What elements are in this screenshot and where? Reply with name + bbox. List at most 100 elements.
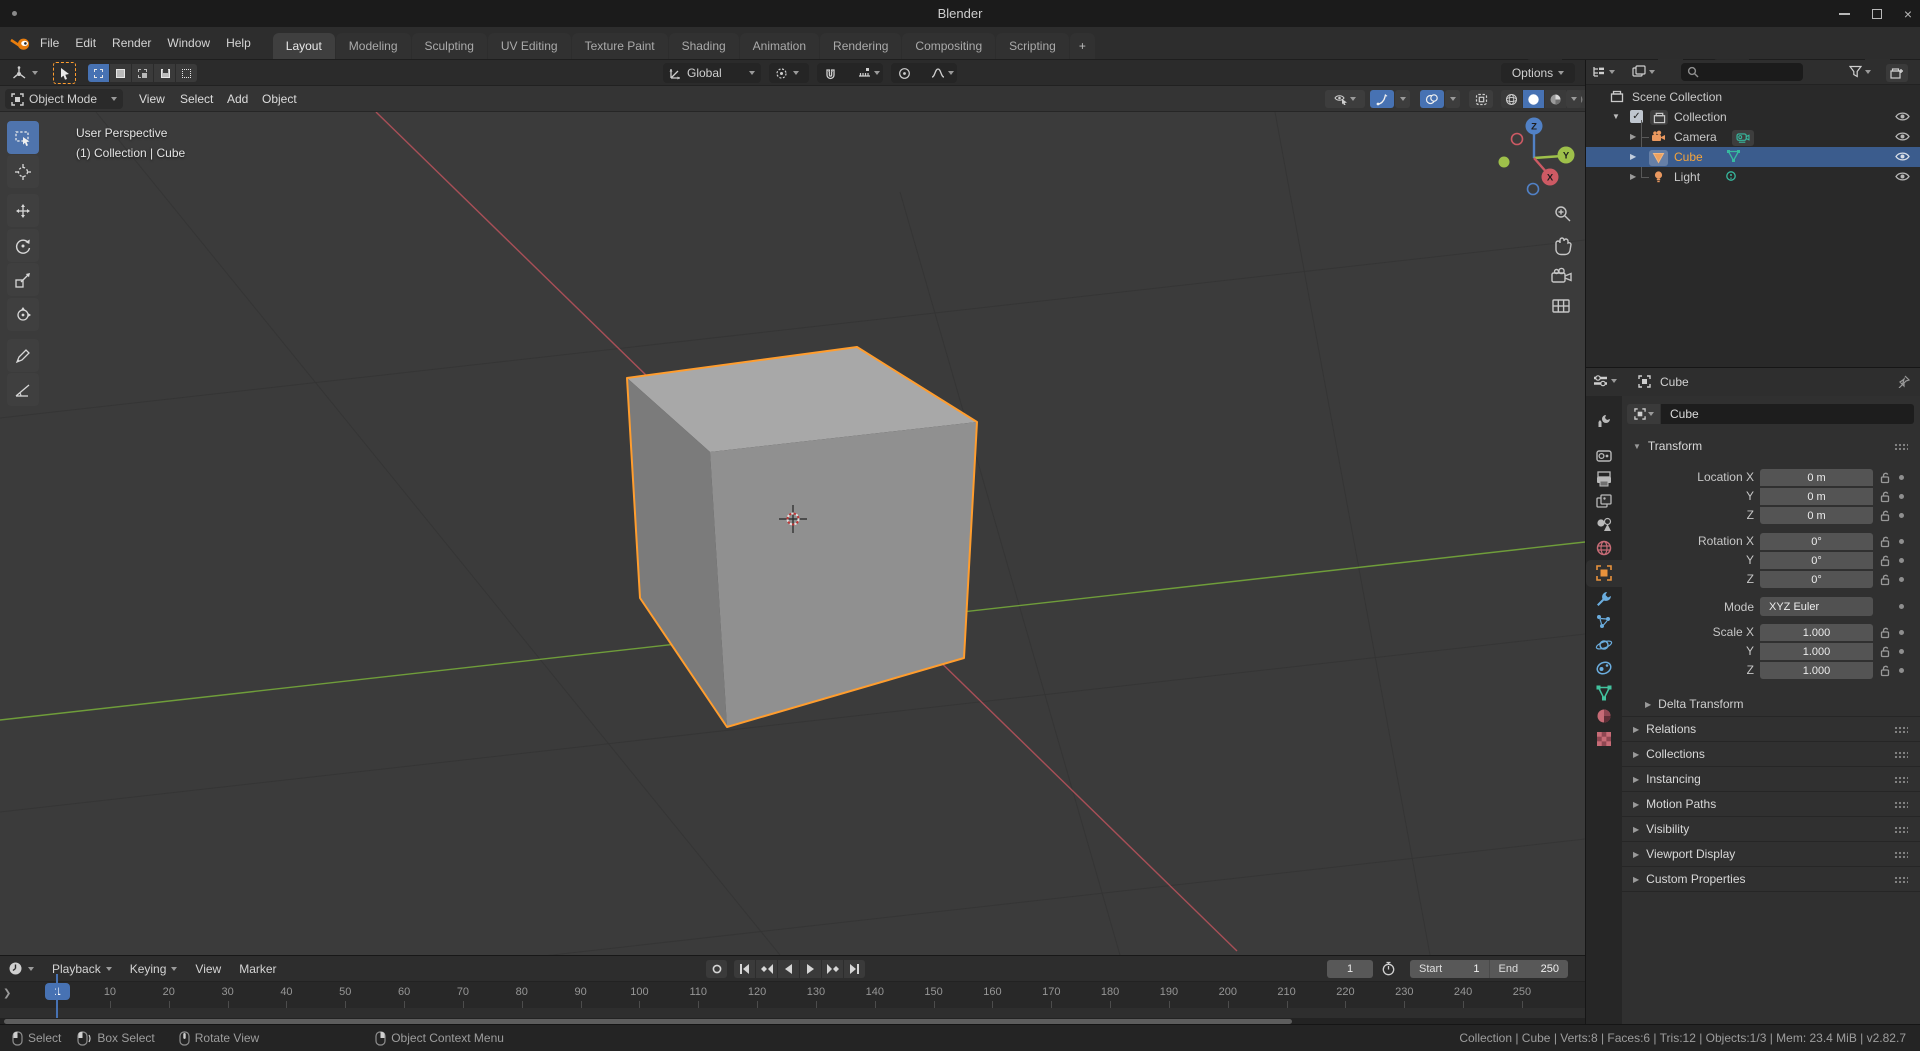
outliner-search-input[interactable]	[1681, 63, 1803, 81]
panel-drag-dots[interactable]	[1894, 826, 1908, 833]
tab-output-icon[interactable]	[1595, 470, 1613, 488]
tab-animation[interactable]: Animation	[740, 33, 819, 59]
rotation-y-field[interactable]: 0°	[1760, 552, 1873, 569]
snap-with-dropdown[interactable]	[854, 67, 883, 80]
options-dropdown[interactable]: Options	[1501, 63, 1575, 83]
location-y-field[interactable]: 0 m	[1760, 488, 1873, 505]
tab-texture-icon[interactable]	[1595, 730, 1613, 748]
lock-icon[interactable]	[1879, 471, 1892, 484]
tab-material-icon[interactable]	[1595, 707, 1613, 725]
rotation-z-field[interactable]: 0°	[1760, 571, 1873, 588]
panel-visibility[interactable]: ▶Visibility	[1622, 817, 1920, 841]
outliner-display-mode-button[interactable]	[1632, 65, 1655, 79]
tab-particles-icon[interactable]	[1595, 613, 1613, 631]
tab-sculpting[interactable]: Sculpting	[412, 33, 487, 59]
rotation-mode-dropdown[interactable]: XYZ Euler	[1760, 597, 1873, 616]
location-z-field[interactable]: 0 m	[1760, 507, 1873, 524]
tool-annotate-button[interactable]	[7, 339, 39, 372]
viewport-canvas[interactable]: Z Y X User Perspective (1) Collection | …	[0, 112, 1585, 955]
viewport-menu-object[interactable]: Object	[254, 86, 305, 111]
tab-modifiers-icon[interactable]	[1595, 590, 1613, 608]
lock-icon[interactable]	[1879, 645, 1892, 658]
tab-tool-icon[interactable]	[1595, 412, 1613, 430]
animate-dot[interactable]	[1899, 513, 1904, 518]
scale-x-field[interactable]: 1.000	[1760, 624, 1873, 641]
gizmo-z-neg[interactable]	[1528, 184, 1539, 195]
outliner-row-scene-collection[interactable]: Scene Collection	[1586, 87, 1920, 107]
shading-dropdown[interactable]	[1566, 90, 1581, 108]
panel-drag-dots[interactable]	[1894, 726, 1908, 733]
outliner-filter-button[interactable]	[1849, 65, 1871, 78]
tab-scripting[interactable]: Scripting	[996, 33, 1069, 59]
pin-icon[interactable]	[1897, 375, 1910, 388]
lock-icon[interactable]	[1879, 490, 1892, 503]
scale-y-field[interactable]: 1.000	[1760, 643, 1873, 660]
viewport-menu-add[interactable]: Add	[219, 86, 256, 111]
timeline-menu-keying[interactable]: Keying	[121, 956, 187, 981]
tab-object-data-icon[interactable]	[1595, 684, 1613, 702]
outliner-row-cube[interactable]: ▶ Cube	[1586, 147, 1920, 167]
prev-keyframe-button[interactable]	[756, 960, 777, 978]
preview-range-icon[interactable]	[1381, 961, 1396, 976]
animate-dot[interactable]	[1899, 539, 1904, 544]
properties-editor-type-button[interactable]	[1593, 374, 1617, 388]
blender-logo-icon[interactable]	[10, 36, 32, 51]
play-reverse-button[interactable]	[778, 960, 799, 978]
snap-toggle-button[interactable]	[817, 63, 843, 83]
animate-dot[interactable]	[1899, 558, 1904, 563]
tab-compositing[interactable]: Compositing	[902, 33, 995, 59]
viewport-menu-select[interactable]: Select	[172, 86, 221, 111]
disclosure-triangle-icon[interactable]: ▶	[1630, 132, 1636, 141]
animate-dot[interactable]	[1899, 649, 1904, 654]
select-mode-subtract-button[interactable]	[132, 64, 153, 82]
disclosure-triangle-icon[interactable]: ▼	[1612, 112, 1620, 121]
show-gizmo-toggle[interactable]	[1370, 90, 1394, 108]
panel-custom-properties[interactable]: ▶Custom Properties	[1622, 867, 1920, 891]
transform-panel-header[interactable]: ▼ Transform	[1622, 434, 1920, 458]
animate-dot[interactable]	[1899, 604, 1904, 609]
select-mode-invert-button[interactable]	[154, 64, 175, 82]
gizmo-y-neg[interactable]	[1499, 157, 1510, 168]
timeline-menu-playback[interactable]: Playback	[43, 956, 121, 981]
timeline-editor-type-button[interactable]	[0, 956, 43, 981]
shading-solid-button[interactable]	[1523, 90, 1544, 108]
outliner-row-camera[interactable]: ▶ Camera	[1586, 127, 1920, 147]
hide-eye-icon[interactable]	[1895, 151, 1910, 162]
menu-window[interactable]: Window	[159, 27, 218, 59]
gizmo-dropdown[interactable]	[1395, 90, 1410, 108]
gizmo-x-neg[interactable]	[1512, 134, 1523, 145]
scale-z-field[interactable]: 1.000	[1760, 662, 1873, 679]
tab-view-layer-icon[interactable]	[1595, 493, 1613, 511]
tab-object-icon[interactable]	[1595, 564, 1613, 582]
tab-constraints-icon[interactable]	[1595, 659, 1613, 677]
xray-toggle[interactable]	[1469, 90, 1493, 108]
delta-transform-panel[interactable]: ▶ Delta Transform	[1622, 692, 1920, 716]
shading-wireframe-button[interactable]	[1501, 90, 1522, 108]
object-name-field[interactable]: Cube	[1661, 404, 1914, 424]
panel-drag-dots[interactable]	[1894, 876, 1908, 883]
hide-eye-icon[interactable]	[1895, 131, 1910, 142]
mode-dropdown[interactable]: Object Mode	[5, 89, 123, 109]
tool-select-box-button[interactable]	[7, 121, 39, 154]
select-mode-extend-button[interactable]	[110, 64, 131, 82]
lock-icon[interactable]	[1879, 554, 1892, 567]
animate-dot[interactable]	[1899, 577, 1904, 582]
panel-motion-paths[interactable]: ▶Motion Paths	[1622, 792, 1920, 816]
panel-drag-dots[interactable]	[1894, 443, 1908, 450]
minimize-button[interactable]	[1839, 13, 1850, 15]
shading-material-button[interactable]	[1545, 90, 1566, 108]
animate-dot[interactable]	[1899, 494, 1904, 499]
pivot-point-dropdown[interactable]	[769, 63, 809, 83]
lock-icon[interactable]	[1879, 573, 1892, 586]
next-keyframe-button[interactable]	[822, 960, 843, 978]
jump-to-end-button[interactable]	[844, 960, 865, 978]
new-collection-button[interactable]	[1886, 64, 1908, 82]
tab-rendering[interactable]: Rendering	[820, 33, 901, 59]
id-type-dropdown[interactable]	[1627, 404, 1660, 424]
menu-render[interactable]: Render	[104, 27, 159, 59]
maximize-button[interactable]	[1872, 9, 1882, 19]
tab-world-icon[interactable]	[1595, 539, 1613, 557]
tool-move-button[interactable]	[7, 194, 39, 227]
select-mode-new-button[interactable]	[88, 64, 109, 82]
timeline-track-area[interactable]	[0, 1008, 1585, 1018]
